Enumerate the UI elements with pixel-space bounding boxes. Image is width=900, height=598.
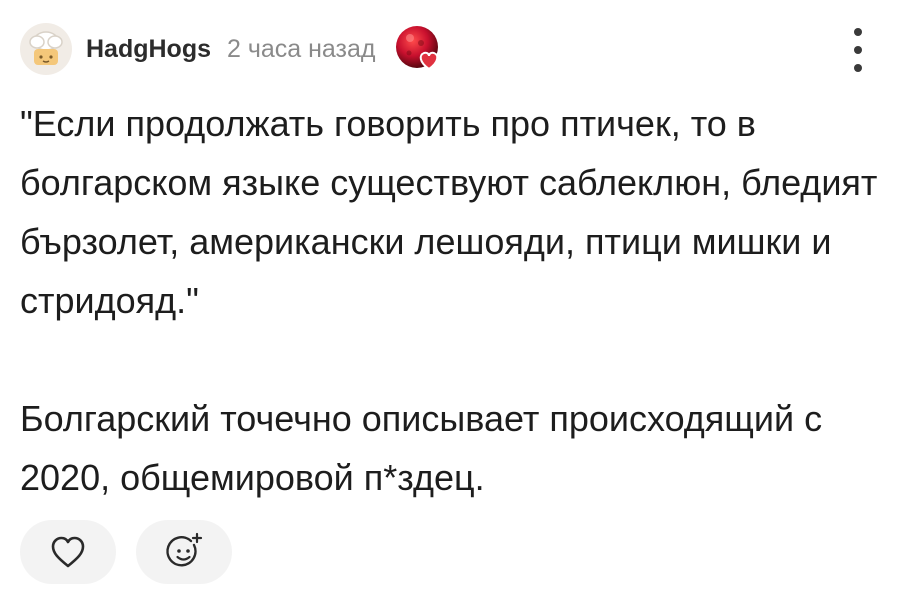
comment-timestamp: 2 часа назад [227,34,376,63]
user-badge [392,22,446,76]
like-button[interactable] [20,520,116,584]
author-name[interactable]: HadgHogs [86,35,211,64]
comment-actions [20,520,232,584]
comment-paragraph-quote: "Если продолжать говорить про птичек, то… [20,103,878,321]
comment-body: "Если продолжать говорить про птичек, то… [20,94,880,507]
heart-outline-icon [51,536,85,568]
comment-paragraph-remark: Болгарский точечно описывает происходящи… [20,398,823,498]
more-vertical-icon [854,28,862,36]
more-options-button[interactable] [846,28,870,72]
red-ball-heart-icon [395,26,438,71]
comment-header: HadgHogs 2 часа назад [20,22,446,76]
chef-hat-avatar-icon [29,31,63,65]
add-emoji-icon [166,532,203,567]
add-reaction-button[interactable] [136,520,232,584]
user-avatar[interactable] [20,23,72,75]
